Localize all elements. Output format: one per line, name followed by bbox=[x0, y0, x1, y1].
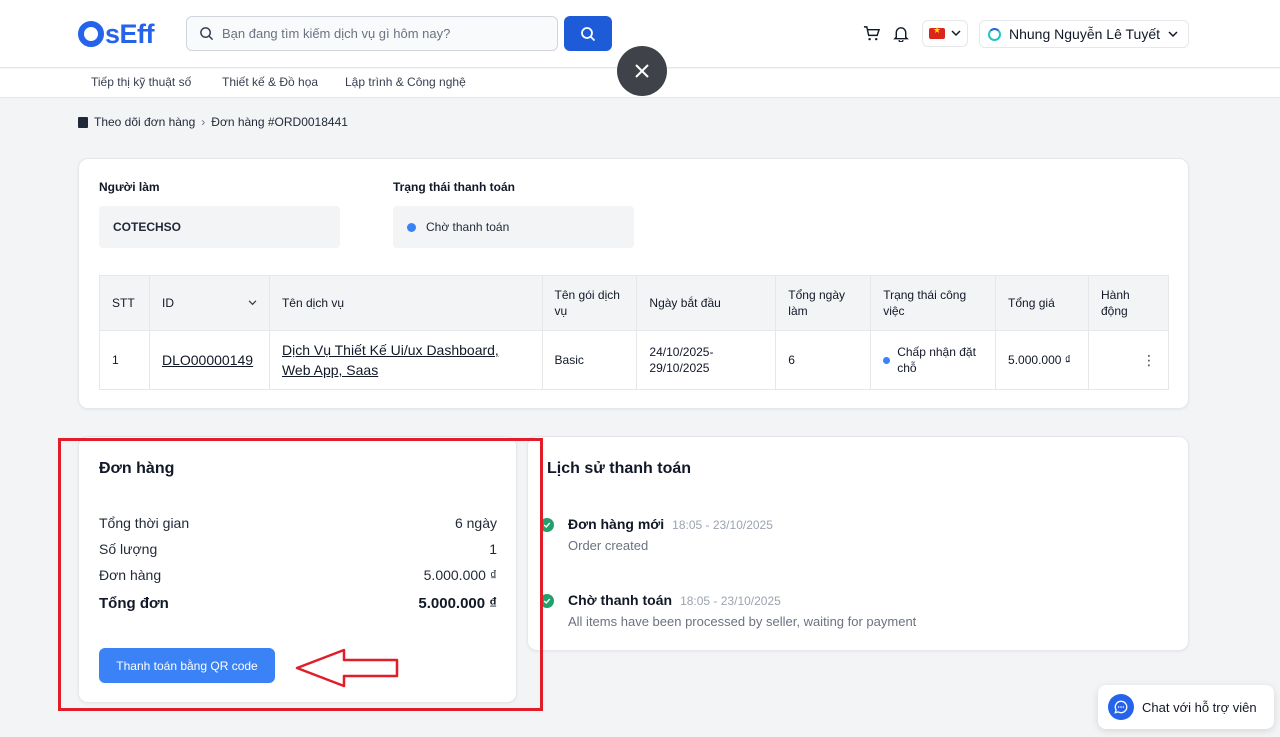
event-time: 18:05 - 23/10/2025 bbox=[672, 518, 773, 532]
order-item-id-link[interactable]: DLO00000149 bbox=[162, 352, 253, 368]
arrow-left-icon bbox=[295, 648, 399, 688]
search-box[interactable] bbox=[186, 16, 558, 51]
grand-total-label: Tổng đơn bbox=[99, 595, 169, 612]
order-items-table: STT ID Tên dịch vụ Tên gói dịch vụ Ngày … bbox=[99, 275, 1169, 390]
breadcrumb: Theo dõi đơn hàng › Đơn hàng #ORD0018441 bbox=[78, 115, 348, 129]
payment-history-card: Lịch sử thanh toán Đơn hàng mới 18:05 - 2… bbox=[527, 436, 1189, 651]
chevron-right-icon: › bbox=[201, 115, 206, 129]
order-value: 5.000.000 ₫ bbox=[423, 567, 497, 583]
worker-label: Người làm bbox=[99, 180, 160, 194]
breadcrumb-current: Đơn hàng #ORD0018441 bbox=[211, 115, 348, 129]
cell-id: DLO00000149 bbox=[148, 330, 270, 390]
payment-status-label: Trạng thái thanh toán bbox=[393, 180, 515, 194]
nav-item-design[interactable]: Thiết kế & Đồ họa bbox=[222, 75, 318, 89]
quantity-label: Số lượng bbox=[99, 541, 158, 557]
total-time-value: 6 ngày bbox=[454, 515, 497, 531]
cell-actions: ⋮ bbox=[1088, 330, 1169, 390]
user-menu[interactable]: Nhung Nguyễn Lê Tuyết bbox=[979, 20, 1189, 48]
cart-icon[interactable] bbox=[861, 23, 881, 43]
cell-total-days: 6 bbox=[775, 330, 872, 390]
more-actions-icon[interactable]: ⋮ bbox=[1101, 352, 1156, 368]
total-time-label: Tổng thời gian bbox=[99, 515, 190, 531]
nav-item-digital-marketing[interactable]: Tiếp thị kỹ thuật số bbox=[91, 75, 191, 89]
logo-text: sEff bbox=[105, 18, 155, 49]
status-dot-icon bbox=[883, 356, 891, 364]
chevron-down-icon bbox=[951, 30, 961, 37]
chevron-down-icon bbox=[248, 300, 257, 306]
logo[interactable]: sEff bbox=[78, 17, 155, 51]
pay-by-qr-button[interactable]: Thanh toán bằng QR code bbox=[99, 648, 275, 683]
order-details-card: Người làm COTECHSO Trạng thái thanh toán… bbox=[78, 158, 1189, 409]
event-time: 18:05 - 23/10/2025 bbox=[680, 594, 781, 608]
grand-total-value: 5.000.000 ₫ bbox=[418, 595, 497, 612]
bell-icon[interactable] bbox=[891, 23, 911, 43]
event-title-text: Đơn hàng mới bbox=[568, 516, 665, 532]
cell-stt: 1 bbox=[99, 330, 150, 390]
status-dot-icon bbox=[407, 222, 416, 232]
logo-o-mark bbox=[78, 21, 104, 47]
table-header-row: STT ID Tên dịch vụ Tên gói dịch vụ Ngày … bbox=[99, 275, 1169, 331]
event-description: Order created bbox=[568, 538, 649, 553]
cell-work-status: Chấp nhận đặt chỗ bbox=[870, 330, 997, 390]
col-work-status: Trạng thái công việc bbox=[870, 275, 997, 331]
summary-title: Đơn hàng bbox=[99, 460, 175, 477]
col-id-label: ID bbox=[161, 296, 174, 310]
language-selector[interactable] bbox=[922, 20, 968, 47]
chat-bubble-icon bbox=[1108, 694, 1134, 720]
close-overlay-button[interactable] bbox=[617, 46, 667, 96]
close-icon bbox=[635, 64, 649, 78]
chat-support-button[interactable]: Chat với hỗ trợ viên bbox=[1098, 685, 1274, 729]
col-actions: Hành động bbox=[1088, 275, 1169, 331]
col-total-days: Tổng ngày làm bbox=[775, 275, 872, 331]
payment-status-value: Chờ thanh toán bbox=[426, 220, 510, 234]
search-button[interactable] bbox=[564, 16, 612, 51]
cell-price: 5.000.000 ₫ bbox=[995, 330, 1089, 390]
event-title: Đơn hàng mới 18:05 - 23/10/2025 bbox=[568, 516, 773, 532]
summary-row-order: Đơn hàng 5.000.000 ₫ bbox=[99, 567, 497, 583]
col-id[interactable]: ID bbox=[148, 275, 270, 331]
order-tracking-icon bbox=[78, 116, 88, 128]
breadcrumb-parent[interactable]: Theo dõi đơn hàng bbox=[94, 115, 195, 129]
col-stt: STT bbox=[99, 275, 150, 331]
col-start-date: Ngày bắt đầu bbox=[636, 275, 777, 331]
table-row: 1 DLO00000149 Dịch Vụ Thiết Kế Ui/ux Das… bbox=[99, 330, 1169, 390]
cell-package: Basic bbox=[541, 330, 638, 390]
chat-label: Chat với hỗ trợ viên bbox=[1142, 699, 1257, 715]
search-icon bbox=[581, 26, 596, 41]
col-total-price: Tổng giá bbox=[995, 275, 1089, 331]
user-name: Nhung Nguyễn Lê Tuyết bbox=[1009, 26, 1160, 42]
quantity-value: 1 bbox=[489, 541, 497, 557]
search-input[interactable] bbox=[222, 26, 542, 41]
event-title: Chờ thanh toán 18:05 - 23/10/2025 bbox=[568, 592, 781, 608]
check-circle-icon bbox=[540, 518, 554, 532]
worker-value: COTECHSO bbox=[99, 206, 340, 248]
cell-service: Dịch Vụ Thiết Kế Ui/ux Dashboard, Web Ap… bbox=[268, 330, 543, 390]
col-package-name: Tên gói dịch vụ bbox=[541, 275, 638, 331]
summary-row-grand-total: Tổng đơn 5.000.000 ₫ bbox=[99, 595, 497, 612]
cell-start-date: 24/10/2025- 29/10/2025 bbox=[636, 330, 777, 390]
history-title: Lịch sử thanh toán bbox=[547, 460, 692, 477]
check-circle-icon bbox=[540, 594, 554, 608]
chevron-down-icon bbox=[1168, 30, 1178, 37]
avatar-loading-icon bbox=[988, 27, 1001, 41]
work-status-value: Chấp nhận đặt chỗ bbox=[897, 345, 976, 375]
order-label: Đơn hàng bbox=[99, 567, 162, 583]
event-title-text: Chờ thanh toán bbox=[568, 592, 673, 608]
summary-row-quantity: Số lượng 1 bbox=[99, 541, 497, 557]
nav-item-programming[interactable]: Lập trình & Công nghệ bbox=[345, 75, 466, 89]
service-name-link[interactable]: Dịch Vụ Thiết Kế Ui/ux Dashboard, Web Ap… bbox=[282, 342, 499, 378]
event-description: All items have been processed by seller,… bbox=[568, 614, 917, 629]
vietnam-flag-icon bbox=[929, 25, 945, 39]
col-service-name: Tên dịch vụ bbox=[268, 275, 543, 331]
search-icon bbox=[200, 27, 214, 41]
summary-row-total-time: Tổng thời gian 6 ngày bbox=[99, 515, 497, 531]
payment-status-field: Chờ thanh toán bbox=[393, 206, 634, 248]
